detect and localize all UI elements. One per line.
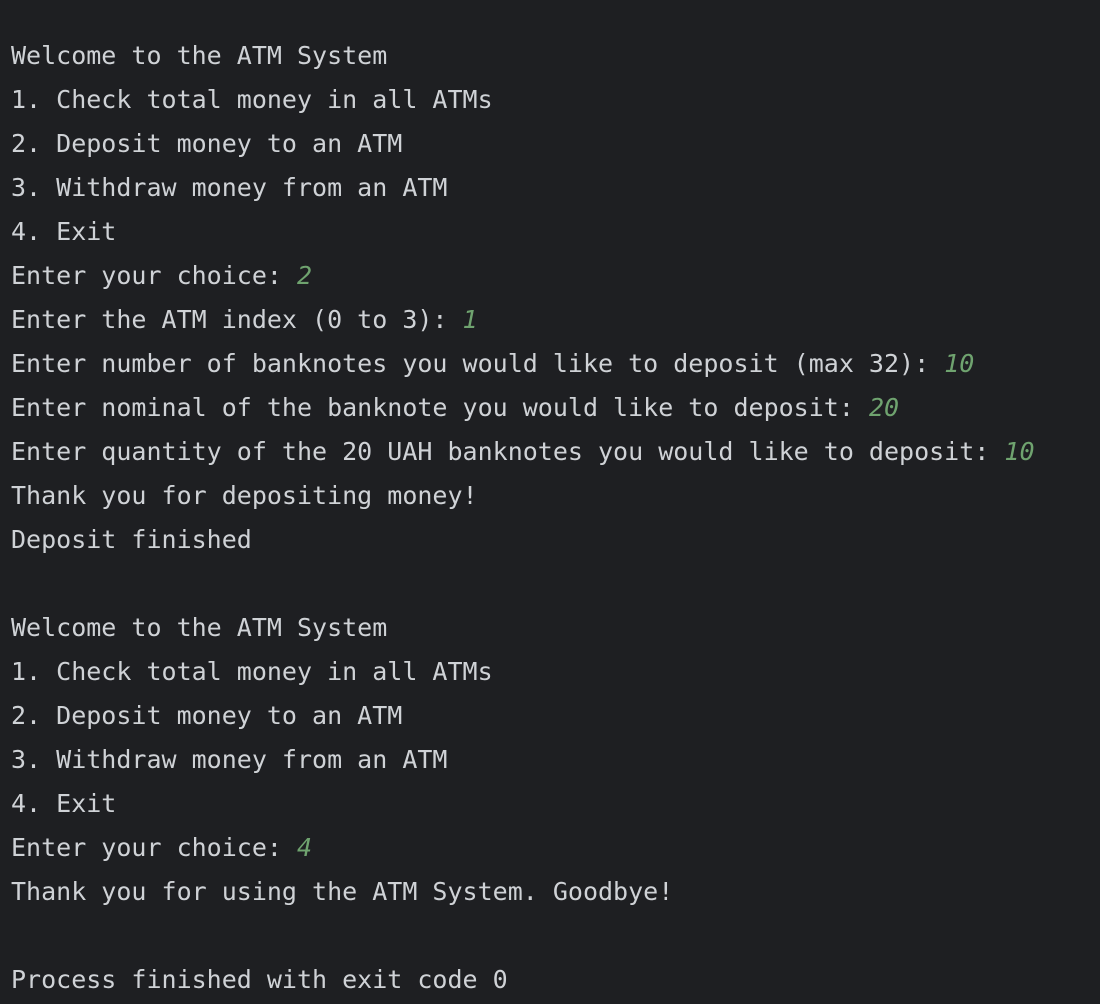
output-text: Thank you for using the ATM System. Good…	[11, 877, 674, 906]
console-line: Enter your choice: 2	[11, 261, 1100, 305]
output-text: Enter nominal of the banknote you would …	[11, 393, 869, 422]
output-text: Welcome to the ATM System	[11, 613, 388, 642]
console-line: Enter nominal of the banknote you would …	[11, 393, 1100, 437]
user-input: 1	[462, 305, 478, 334]
console-line: Process finished with exit code 0	[11, 965, 1100, 1004]
user-input: 4	[296, 833, 313, 862]
output-text: 2. Deposit money to an ATM	[11, 129, 403, 158]
console-output[interactable]: Welcome to the ATM System 1. Check total…	[0, 0, 1100, 1004]
console-line: 4. Exit	[11, 789, 1100, 833]
output-text: 4. Exit	[11, 217, 117, 246]
console-line: Enter quantity of the 20 UAH banknotes y…	[11, 437, 1100, 481]
console-line: 1. Check total money in all ATMs	[11, 85, 1100, 129]
output-text: Deposit finished	[11, 525, 252, 554]
output-text: Enter the ATM index (0 to 3):	[11, 305, 463, 334]
output-text: 4. Exit	[11, 789, 117, 818]
output-text: Process finished with exit code 0	[11, 965, 508, 994]
console-line: Enter number of banknotes you would like…	[11, 349, 1100, 393]
console-line: Thank you for using the ATM System. Good…	[11, 877, 1100, 921]
console-line: 1. Check total money in all ATMs	[11, 657, 1100, 701]
output-text: 3. Withdraw money from an ATM	[11, 745, 448, 774]
output-text: 3. Withdraw money from an ATM	[11, 173, 448, 202]
output-text: Enter quantity of the 20 UAH banknotes y…	[11, 437, 1005, 466]
console-line: Thank you for depositing money!	[11, 481, 1100, 525]
console-line: 3. Withdraw money from an ATM	[11, 173, 1100, 217]
console-line: 4. Exit	[11, 217, 1100, 261]
user-input: 10	[944, 349, 975, 378]
output-text: Enter your choice:	[11, 833, 297, 862]
output-text: 1. Check total money in all ATMs	[11, 657, 493, 686]
output-text: Thank you for depositing money!	[11, 481, 478, 510]
output-text: 1. Check total money in all ATMs	[11, 85, 493, 114]
user-input: 2	[296, 261, 313, 290]
console-line: 2. Deposit money to an ATM	[11, 701, 1100, 745]
output-text: 2. Deposit money to an ATM	[11, 701, 403, 730]
console-line: Enter your choice: 4	[11, 833, 1100, 877]
output-text: Welcome to the ATM System	[11, 41, 388, 70]
console-line: Welcome to the ATM System	[11, 41, 1100, 85]
output-text: Enter your choice:	[11, 261, 297, 290]
console-line: Welcome to the ATM System	[11, 613, 1100, 657]
console-line: Deposit finished	[11, 525, 1100, 569]
user-input: 10	[1004, 437, 1035, 466]
user-input: 20	[868, 393, 900, 422]
output-text: Enter number of banknotes you would like…	[11, 349, 945, 378]
console-line: 2. Deposit money to an ATM	[11, 129, 1100, 173]
console-line: 3. Withdraw money from an ATM	[11, 745, 1100, 789]
console-line: Enter the ATM index (0 to 3): 1	[11, 305, 1100, 349]
